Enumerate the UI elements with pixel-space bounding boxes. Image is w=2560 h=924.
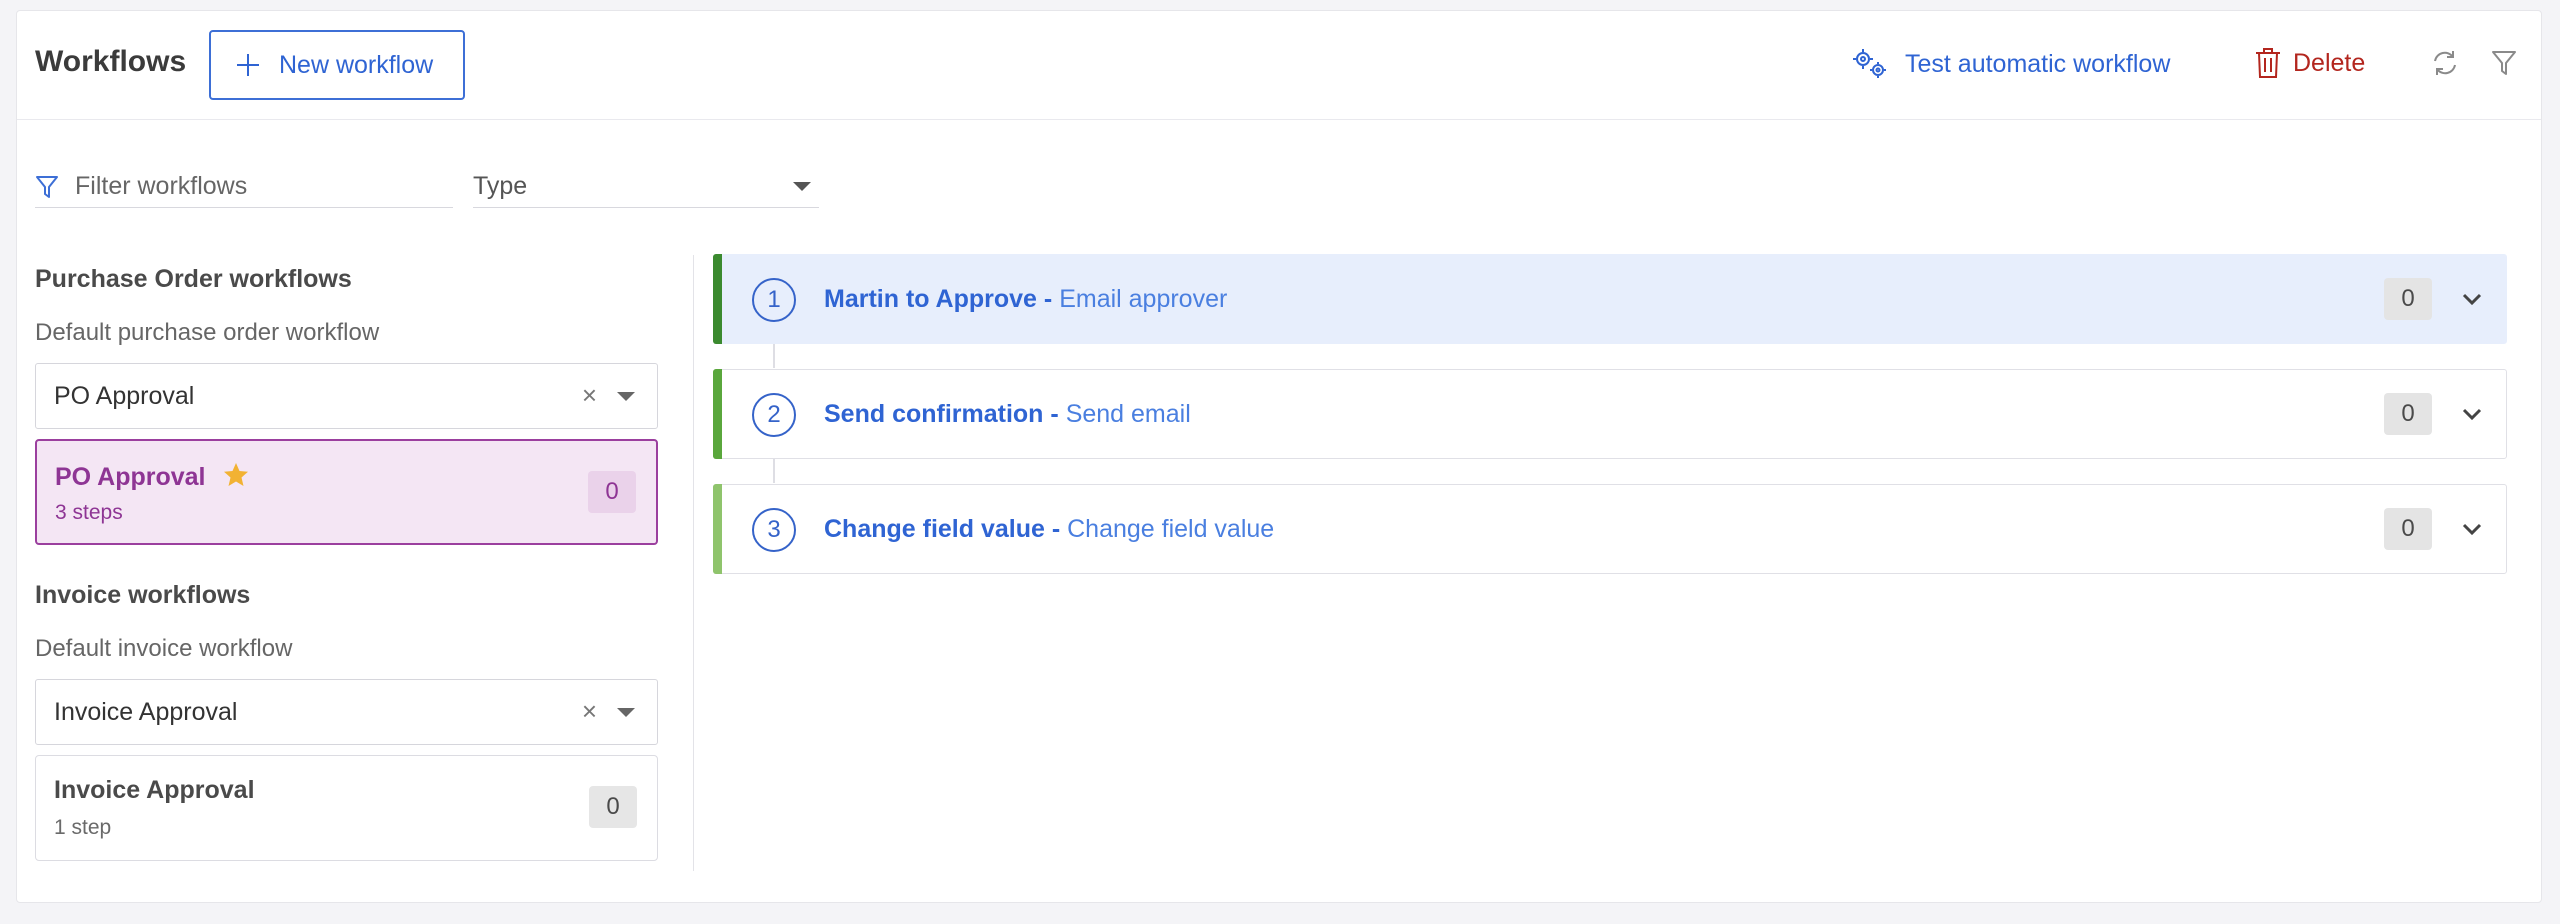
default-po-workflow-select[interactable]: PO Approval × (35, 363, 658, 429)
test-automatic-workflow-label: Test automatic workflow (1905, 49, 2171, 78)
workflow-card-po-approval[interactable]: PO Approval 3 steps 0 (35, 439, 658, 545)
step-connector (773, 344, 775, 368)
workflows-panel: Workflows New workflow Test automatic wo… (16, 10, 2542, 903)
step-number: 2 (752, 393, 796, 437)
filter-icon (36, 175, 58, 198)
filter-workflows-field (35, 166, 453, 208)
workflow-step-1[interactable]: 1 Martin to Approve - Email approver 0 (713, 254, 2507, 344)
step-title: Send confirmation - Send email (824, 400, 1191, 428)
caret-down-icon[interactable] (617, 392, 635, 401)
workflow-step-3[interactable]: 3 Change field value - Change field valu… (713, 484, 2507, 574)
step-status-bar (713, 369, 722, 459)
star-icon (224, 463, 249, 486)
chevron-down-icon[interactable] (2460, 289, 2484, 309)
default-po-workflow-label: Default purchase order workflow (35, 319, 380, 346)
page-header: Workflows New workflow Test automatic wo… (17, 11, 2541, 120)
count-badge: 0 (2384, 508, 2432, 550)
chevron-down-icon[interactable] (2460, 519, 2484, 539)
default-invoice-workflow-value: Invoice Approval (54, 697, 238, 726)
filter-icon[interactable] (2491, 49, 2517, 77)
workflow-name: PO Approval (55, 461, 250, 492)
workflow-card-invoice-approval[interactable]: Invoice Approval 1 step 0 (35, 755, 658, 861)
refresh-icon[interactable] (2431, 49, 2459, 77)
step-title: Change field value - Change field value (824, 515, 1275, 543)
purchase-order-section-title: Purchase Order workflows (35, 265, 352, 293)
trash-icon (2256, 48, 2280, 78)
step-number: 1 (752, 278, 796, 322)
page-title: Workflows (35, 45, 187, 78)
default-po-workflow-value: PO Approval (54, 381, 195, 410)
type-dropdown-label: Type (473, 172, 528, 200)
default-invoice-workflow-label: Default invoice workflow (35, 635, 293, 662)
delete-label: Delete (2293, 48, 2366, 77)
chevron-down-icon[interactable] (2460, 404, 2484, 424)
count-badge: 0 (589, 786, 637, 828)
workflow-step-2[interactable]: 2 Send confirmation - Send email 0 (713, 369, 2507, 459)
default-invoice-workflow-select[interactable]: Invoice Approval × (35, 679, 658, 745)
caret-down-icon[interactable] (617, 708, 635, 717)
new-workflow-label: New workflow (279, 50, 434, 79)
test-automatic-workflow-button[interactable]: Test automatic workflow (1851, 47, 2170, 81)
step-status-bar (713, 254, 722, 344)
gears-icon (1853, 49, 1886, 78)
step-connector (773, 459, 775, 483)
delete-button[interactable]: Delete (2255, 47, 2365, 79)
workflow-steps-count: 1 step (54, 816, 112, 839)
clear-icon[interactable]: × (582, 380, 597, 411)
count-badge: 0 (2384, 393, 2432, 435)
step-number: 3 (752, 508, 796, 552)
step-status-bar (713, 484, 722, 574)
caret-down-icon (793, 182, 811, 191)
filter-workflows-input[interactable] (75, 172, 435, 201)
clear-icon[interactable]: × (582, 696, 597, 727)
new-workflow-button[interactable]: New workflow (209, 30, 465, 100)
count-badge: 0 (588, 471, 636, 513)
count-badge: 0 (2384, 278, 2432, 320)
invoice-section-title: Invoice workflows (35, 581, 251, 609)
plus-icon (237, 54, 259, 76)
type-dropdown[interactable]: Type (473, 166, 819, 208)
step-title: Martin to Approve - Email approver (824, 285, 1228, 313)
workflow-steps-count: 3 steps (55, 501, 123, 524)
workflow-name: Invoice Approval (54, 776, 255, 804)
column-divider (693, 255, 694, 871)
